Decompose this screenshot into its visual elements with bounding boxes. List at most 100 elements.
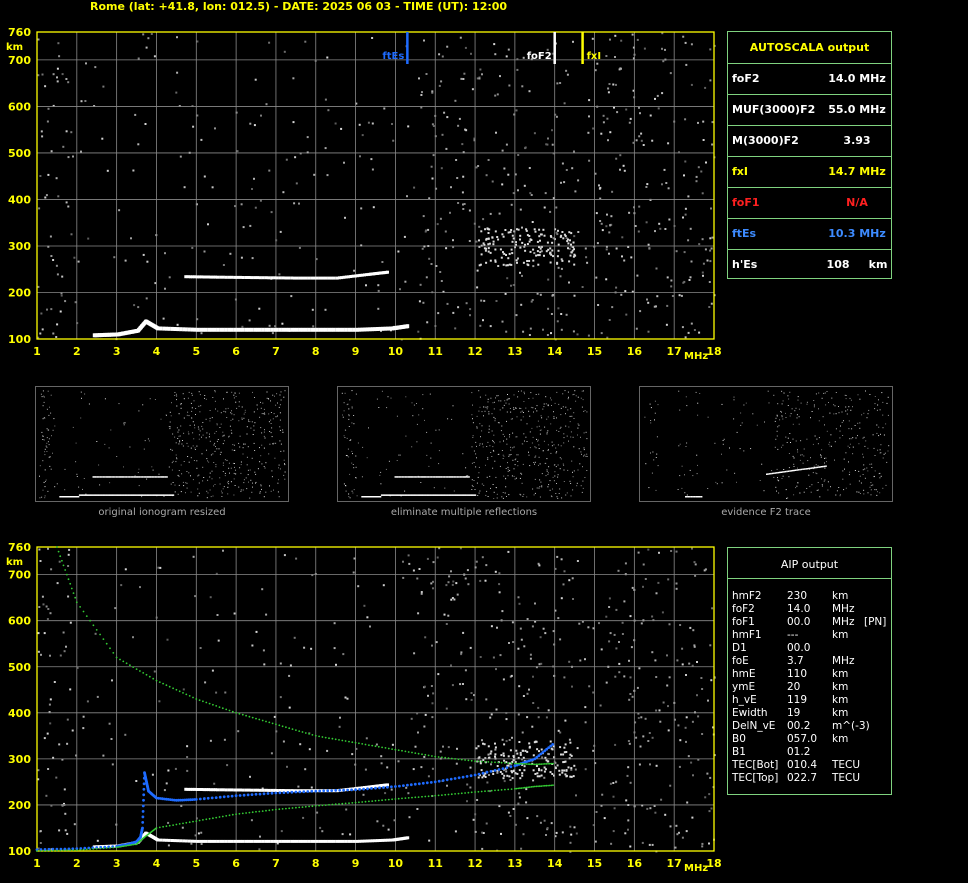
curve-point (530, 763, 533, 766)
curve-point (542, 785, 544, 787)
curve-point (202, 700, 204, 703)
curve-point (538, 785, 541, 788)
curve-point (424, 753, 427, 756)
curve-point (550, 784, 553, 787)
trace-point (318, 839, 322, 843)
curve-point (72, 849, 75, 852)
noise-background (37, 547, 716, 853)
curve-point (547, 762, 549, 765)
curve-point (282, 791, 286, 794)
trace-point (358, 839, 362, 843)
trace-point (247, 327, 251, 332)
curve-point (165, 825, 168, 828)
curve-point (361, 743, 364, 745)
curve-point (497, 768, 501, 771)
curve-point (532, 785, 534, 788)
trace-point (236, 327, 240, 332)
trace-point (378, 326, 382, 331)
curve-point (514, 762, 516, 765)
curve-point (460, 792, 463, 795)
curve-point (515, 787, 518, 790)
y-tick-label: 200 (8, 799, 31, 812)
curve-point (268, 721, 271, 724)
x-tick-label: 9 (352, 857, 360, 870)
trace-point (182, 839, 186, 843)
trace-point (219, 788, 223, 792)
curve-point (290, 790, 294, 794)
curve-point (484, 790, 486, 793)
trace-point (216, 327, 220, 332)
trace-point (258, 276, 262, 280)
curve-point (377, 799, 380, 802)
curve-point (411, 796, 413, 799)
x-tick-label: 8 (312, 345, 320, 358)
curve-point (258, 718, 261, 721)
curve-point (417, 782, 421, 786)
curve-point (404, 750, 407, 753)
trace-point (202, 839, 205, 843)
marker-label: ftEs (382, 51, 404, 62)
curve-point (429, 781, 433, 784)
curve-point (362, 787, 365, 791)
trace-point (293, 839, 296, 843)
trace-point (233, 327, 237, 332)
trace-point (221, 788, 225, 792)
curve-point (119, 658, 121, 661)
trace-point (261, 276, 265, 280)
curve-point (314, 734, 317, 737)
curve-point (464, 792, 466, 794)
curve-point (248, 715, 251, 718)
curve-point (308, 805, 310, 808)
curve-point (162, 825, 165, 828)
curve-point (306, 790, 310, 793)
x-tick-label: 17 (667, 345, 682, 358)
curve-point (394, 785, 397, 788)
curve-point (175, 823, 178, 826)
curve-point (477, 772, 481, 776)
trace-point (179, 327, 183, 332)
curve-point (520, 762, 523, 765)
curve-point (507, 762, 510, 764)
curve-point (92, 624, 95, 627)
x-tick-label: 12 (467, 345, 482, 358)
y-tick-label: 400 (8, 193, 31, 206)
trace-point (310, 327, 314, 332)
thumb-frame (639, 386, 893, 502)
curve-point (301, 806, 304, 808)
aip-param: h_vE (732, 694, 757, 706)
aip-unit: km (832, 590, 849, 602)
autoscala-title: AUTOSCALA output (749, 41, 870, 54)
x-tick-label: 15 (587, 345, 602, 358)
trace-point (236, 275, 240, 279)
curve-point (384, 799, 387, 801)
trace-point (190, 327, 194, 332)
curve-point (401, 797, 403, 800)
curve-point (271, 809, 274, 811)
trace-point (224, 327, 228, 332)
curve-point (490, 761, 493, 763)
curve-point (85, 615, 88, 617)
curve-point (234, 794, 238, 798)
trace-point (270, 788, 274, 792)
trace-point (347, 327, 351, 332)
curve-point (142, 782, 146, 786)
curve-point (525, 786, 528, 789)
marker-label: foF2 (527, 51, 552, 62)
curve-point (155, 679, 158, 682)
curve-point (225, 815, 228, 817)
curve-point (450, 793, 453, 796)
trace-point (256, 839, 259, 843)
x-tick-label: 9 (352, 345, 360, 358)
thumb-original (35, 386, 289, 502)
curve-point (348, 740, 350, 743)
trace-point (236, 788, 240, 792)
trace-point (162, 326, 166, 331)
marker-label: fxI (587, 51, 602, 62)
curve-point (192, 696, 194, 699)
curve-point (411, 751, 413, 754)
x-tick-label: 3 (113, 857, 121, 870)
trace-point (278, 839, 282, 843)
curve-point (437, 794, 440, 797)
curve-point (447, 793, 450, 796)
trace-point (352, 839, 356, 843)
